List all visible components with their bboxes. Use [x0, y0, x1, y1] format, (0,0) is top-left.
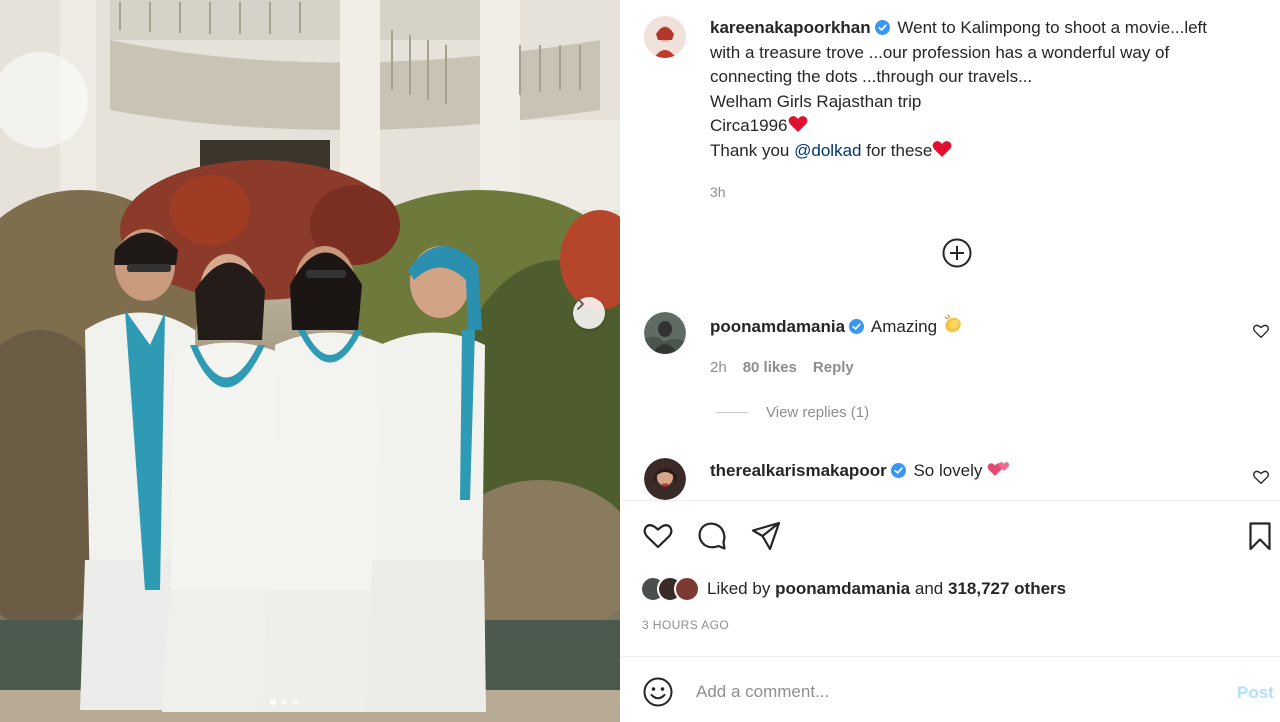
- commenter-username[interactable]: poonamdamania: [710, 317, 845, 336]
- carousel-dot: [292, 699, 298, 705]
- post-comment-button[interactable]: Post: [1237, 683, 1274, 703]
- mention-link[interactable]: @dolkad: [794, 141, 861, 160]
- carousel-next-button[interactable]: [573, 297, 605, 329]
- red-heart-emoji-icon: [932, 141, 952, 157]
- reply-button[interactable]: Reply: [813, 359, 854, 376]
- red-heart-emoji-icon: [788, 116, 807, 133]
- chevron-right-icon: [577, 298, 584, 310]
- caption-line: with a treasure trove ...our profession …: [710, 42, 1170, 62]
- comment-text: So lovely: [913, 461, 983, 480]
- comment-body: poonamdamania Amazing: [710, 314, 964, 337]
- bookmark-icon[interactable]: [1244, 520, 1276, 552]
- author-avatar[interactable]: [644, 16, 686, 58]
- carousel-indicator: [270, 699, 298, 705]
- liker-avatar: [674, 576, 700, 602]
- view-replies-button[interactable]: View replies (1): [716, 404, 869, 421]
- post-caption: kareenakapoorkhan Went to Kalimpong to s…: [710, 16, 1270, 164]
- photo-illustration: [0, 0, 620, 722]
- post-timestamp[interactable]: 3 HOURS AGO: [642, 618, 729, 632]
- liked-by-and: and: [914, 579, 944, 598]
- caption-line: Thank you: [710, 140, 790, 160]
- comment-likes-count[interactable]: 80 likes: [743, 359, 797, 376]
- verified-icon: [849, 319, 865, 334]
- comment-text: Amazing: [870, 317, 938, 336]
- carousel-dot: [281, 699, 287, 705]
- share-icon[interactable]: [750, 520, 782, 552]
- avatar-image: [644, 312, 686, 354]
- comment-body: therealkarismakapoor So lovely: [710, 460, 1011, 481]
- like-comment-heart-icon[interactable]: [1252, 468, 1270, 486]
- section-divider: [620, 500, 1280, 501]
- clapping-hands-emoji-icon: [944, 314, 961, 333]
- heart-icon[interactable]: [642, 520, 674, 552]
- likes-summary: Liked by poonamdamania and 318,727 other…: [640, 576, 1066, 602]
- carousel-dot: [270, 699, 276, 705]
- replies-line: [716, 412, 748, 413]
- like-comment-heart-icon[interactable]: [1252, 322, 1270, 340]
- post-photo[interactable]: [0, 0, 620, 722]
- commenter-avatar[interactable]: [644, 458, 686, 500]
- two-hearts-emoji-icon: [987, 462, 1010, 476]
- avatar-image: [644, 16, 686, 58]
- comments-scroll-area[interactable]: kareenakapoorkhan Went to Kalimpong to s…: [620, 0, 1280, 500]
- commenter-username[interactable]: therealkarismakapoor: [710, 461, 887, 480]
- liked-by-user[interactable]: poonamdamania: [775, 579, 910, 599]
- post-side-panel: kareenakapoorkhan Went to Kalimpong to s…: [620, 0, 1280, 722]
- caption-line: for these: [866, 140, 933, 160]
- caption-timestamp[interactable]: 3h: [710, 184, 726, 200]
- emoji-icon[interactable]: [642, 676, 674, 708]
- likes-others-count[interactable]: 318,727 others: [948, 579, 1066, 599]
- verified-icon: [890, 463, 906, 478]
- avatar-image: [644, 458, 686, 500]
- liker-avatars: [640, 576, 700, 602]
- load-more-comments-icon[interactable]: [941, 237, 973, 269]
- view-replies-label: View replies (1): [766, 404, 870, 421]
- caption-author-username[interactable]: kareenakapoorkhan: [710, 18, 871, 37]
- comment-meta: 2h 80 likes Reply: [710, 359, 854, 376]
- liked-by-prefix: Liked by: [707, 579, 771, 598]
- caption-line: Circa1996: [710, 116, 788, 136]
- caption-line: Went to Kalimpong to shoot a movie...lef…: [897, 18, 1208, 37]
- commenter-avatar[interactable]: [644, 312, 686, 354]
- add-comment-bar: Post: [620, 656, 1280, 722]
- caption-line: Welham Girls Rajasthan trip: [710, 91, 922, 111]
- caption-line: connecting the dots ...through our trave…: [710, 67, 1033, 87]
- add-comment-input[interactable]: [696, 675, 1216, 709]
- comment-time[interactable]: 2h: [710, 359, 727, 376]
- comment-icon[interactable]: [696, 520, 728, 552]
- verified-icon: [874, 20, 890, 35]
